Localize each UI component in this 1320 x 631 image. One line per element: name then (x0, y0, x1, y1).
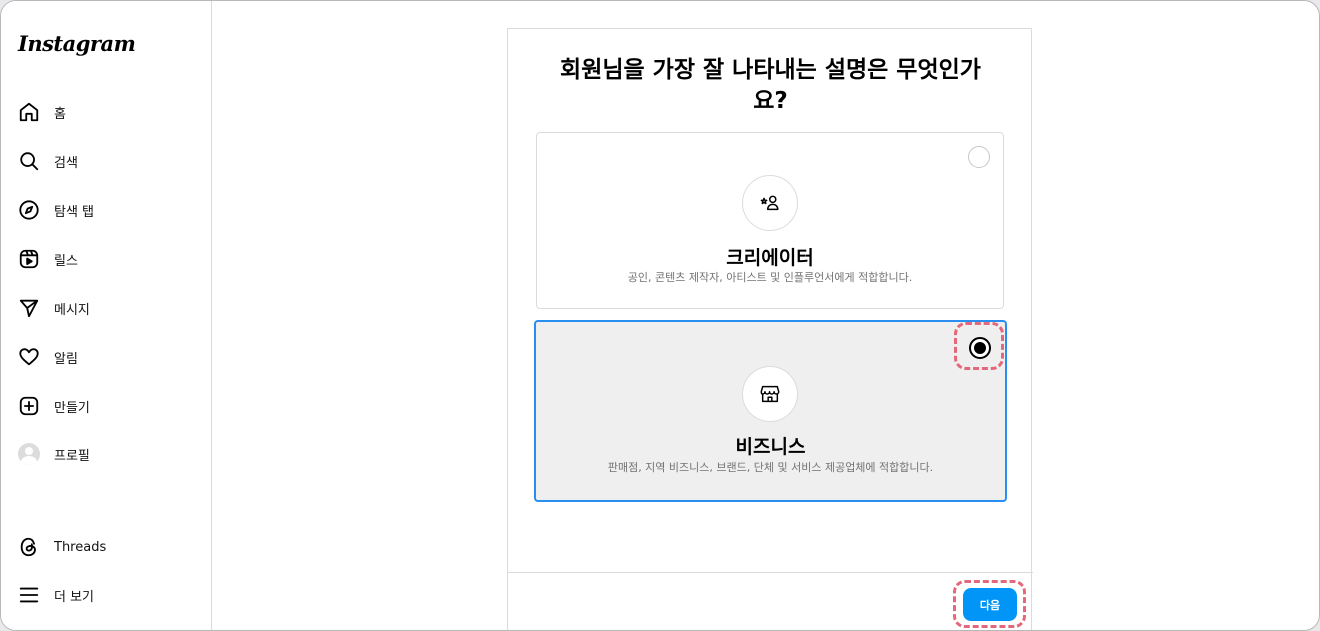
avatar-icon (18, 443, 40, 465)
sidebar-item-notifications[interactable]: 알림 (18, 344, 198, 370)
reels-icon (18, 248, 40, 270)
home-icon (18, 101, 40, 123)
plus-square-icon (18, 395, 40, 417)
footer-divider (508, 572, 1033, 573)
sidebar-item-label: 더 보기 (54, 589, 95, 605)
option-creator[interactable]: 크리에이터 공인, 콘텐츠 제작자, 아티스트 및 인플루언서에게 적합합니다. (536, 132, 1004, 309)
creator-title: 크리에이터 (726, 247, 814, 269)
shop-icon (742, 366, 798, 422)
title-line-2: 요? (753, 88, 788, 114)
sidebar-item-reels[interactable]: 릴스 (18, 246, 198, 272)
sidebar-item-label: Threads (54, 539, 107, 555)
account-type-card: 회원님을 가장 잘 나타내는 설명은 무엇인가 요? 크리에이터 공인, 콘텐츠… (507, 28, 1033, 630)
sidebar-item-label: 알림 (54, 351, 78, 367)
sidebar-item-profile[interactable]: 프로필 (18, 441, 198, 467)
title-line-1: 회원님을 가장 잘 나타내는 설명은 무엇인가 (560, 57, 981, 83)
sidebar-item-label: 검색 (54, 155, 78, 171)
menu-icon (18, 584, 40, 606)
next-button[interactable]: 다음 (963, 588, 1017, 621)
business-title: 비즈니스 (735, 436, 806, 458)
sidebar-item-create[interactable]: 만들기 (18, 393, 198, 419)
sidebar-item-explore[interactable]: 탐색 탭 (18, 197, 198, 223)
option-business[interactable]: 비즈니스 판매점, 지역 비즈니스, 브랜드, 단체 및 서비스 제공업체에 적… (534, 320, 1007, 502)
sidebar-item-label: 탐색 탭 (54, 204, 95, 220)
creator-icon (742, 175, 798, 231)
instagram-logo[interactable]: Instagram (18, 31, 136, 56)
sidebar-item-more[interactable]: 더 보기 (18, 582, 198, 608)
heart-icon (18, 346, 40, 368)
sidebar-item-home[interactable]: 홈 (18, 99, 198, 125)
sidebar-item-label: 프로필 (54, 448, 90, 464)
page-title: 회원님을 가장 잘 나타내는 설명은 무엇인가 요? (508, 55, 1033, 117)
sidebar-item-label: 메시지 (54, 302, 90, 318)
sidebar-item-label: 릴스 (54, 253, 78, 269)
sidebar-item-messages[interactable]: 메시지 (18, 295, 198, 321)
search-icon (18, 150, 40, 172)
business-description: 판매점, 지역 비즈니스, 브랜드, 단체 및 서비스 제공업체에 적합합니다. (607, 461, 934, 474)
threads-icon (18, 536, 40, 558)
business-radio[interactable] (969, 337, 991, 359)
creator-radio[interactable] (968, 146, 990, 168)
sidebar-item-threads[interactable]: Threads (18, 534, 198, 560)
sidebar: Instagram 홈 검색 탐색 탭 릴스 메시지 알림 만들기 프로필 Th… (1, 1, 212, 630)
sidebar-item-label: 만들기 (54, 400, 90, 416)
sidebar-item-search[interactable]: 검색 (18, 148, 198, 174)
creator-description: 공인, 콘텐츠 제작자, 아티스트 및 인플루언서에게 적합합니다. (627, 271, 913, 284)
sidebar-item-label: 홈 (54, 106, 66, 122)
app-window: Instagram 홈 검색 탐색 탭 릴스 메시지 알림 만들기 프로필 Th… (0, 0, 1320, 631)
send-icon (18, 297, 40, 319)
compass-icon (18, 199, 40, 221)
